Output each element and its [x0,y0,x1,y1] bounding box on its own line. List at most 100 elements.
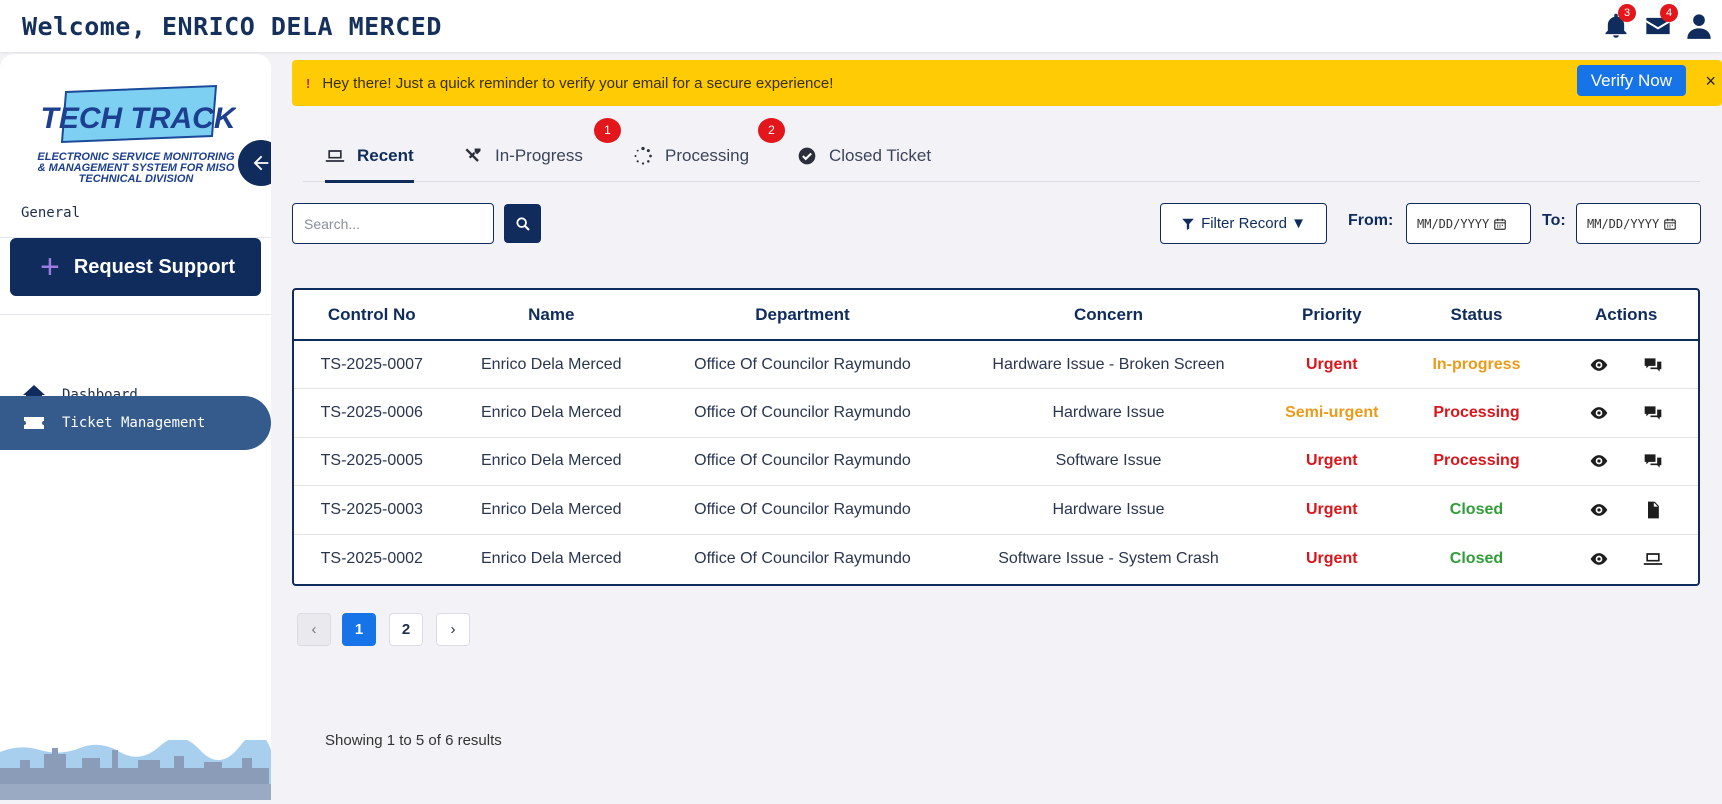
filter-record-button[interactable]: Filter Record ▼ [1160,203,1327,244]
search-button[interactable] [504,204,541,243]
pagination-prev-button[interactable]: ‹ [297,613,331,646]
request-support-label: Request Support [73,255,235,278]
column-header-actions: Actions [1554,290,1698,341]
actions-cell [1554,340,1698,389]
concern-cell: Hardware Issue [952,388,1265,438]
priority-cell: Semi-urgent [1264,388,1399,438]
tools-icon [465,148,481,162]
department-cell: Office Of Councilor Raymundo [652,340,953,389]
bell-icon[interactable]: 3 [1602,4,1636,40]
status-cell: Closed [1449,549,1504,567]
to-label: To: [1542,212,1566,229]
department-cell: Office Of Councilor Raymundo [694,549,911,567]
sidebar: TECH TRACK ELECTRONIC SERVICE MONITORING… [0,54,271,800]
name-cell: Enrico Dela Merced [481,549,622,567]
svg-text:TECH TRACK: TECH TRACK [41,102,237,135]
priority-cell: Urgent [1264,437,1399,486]
eye-icon[interactable] [1589,549,1609,569]
table-row: TS-2025-0002 Enrico Dela Merced Office O… [294,534,1698,583]
actions-cell [1554,388,1698,438]
alert-icon: ! [306,75,311,91]
column-header-status: Status [1398,290,1555,341]
verify-email-alert: ! Hey there! Just a quick reminder to ve… [292,60,1722,106]
tab-label: In-Progress [495,146,583,165]
column-header-priority: Priority [1264,290,1399,341]
calendar-icon[interactable] [1493,217,1507,231]
check-circle-icon [798,147,816,165]
table-row: TS-2025-0005 Enrico Dela Merced Office O… [294,437,1698,486]
department-cell: Office Of Councilor Raymundo [652,437,953,486]
actions-cell [1554,485,1698,535]
ticket-icon [24,417,44,429]
city-skyline-image [0,740,271,800]
control-no-cell: TS-2025-0007 [294,340,450,389]
tab-closed-ticket[interactable]: Closed Ticket [797,138,931,174]
department-cell: Office Of Councilor Raymundo [652,388,953,438]
to-date-input[interactable]: MM/DD/YYYY [1576,203,1701,244]
plus-icon: + [40,248,60,286]
pagination-page-2[interactable]: 2 [389,613,423,646]
control-no-cell: TS-2025-0005 [294,437,450,486]
control-no-cell: TS-2025-0006 [294,388,450,438]
from-label: From: [1348,212,1394,229]
concern-cell: Software Issue - System Crash [998,549,1219,567]
control-no-cell: TS-2025-0003 [294,485,450,535]
control-no-cell: TS-2025-0002 [320,549,423,567]
table-row: TS-2025-0006 Enrico Dela Merced Office O… [294,388,1698,438]
status-cell: Processing [1398,437,1555,486]
date-placeholder: MM/DD/YYYY [1417,216,1490,231]
tab-in-progress[interactable]: In-Progress [463,138,583,174]
search-input[interactable] [292,203,494,244]
name-cell: Enrico Dela Merced [449,388,653,438]
verify-now-button[interactable]: Verify Now [1576,65,1686,96]
laptop-icon[interactable] [1643,549,1663,569]
comments-icon[interactable] [1643,355,1663,375]
comments-icon[interactable] [1643,403,1663,423]
laptop-icon [325,150,345,162]
sidebar-item-ticket-management[interactable]: Ticket Management [0,396,271,450]
tickets-table: Control No Name Department Concern Prior… [292,288,1700,586]
top-bar: Welcome, ENRICO DELA MERCED 3 4 [0,0,1722,52]
comments-icon[interactable] [1643,451,1663,471]
collapse-sidebar-button[interactable] [238,140,271,186]
date-placeholder: MM/DD/YYYY [1587,216,1660,231]
filter-record-label: Filter Record ▼ [1201,215,1306,232]
concern-cell: Hardware Issue [952,485,1265,535]
eye-icon[interactable] [1589,355,1609,375]
table-header-row: Control No Name Department Concern Prior… [294,290,1698,341]
request-support-button[interactable]: + Request Support [10,238,261,296]
from-date-input[interactable]: MM/DD/YYYY [1406,203,1531,244]
name-cell: Enrico Dela Merced [449,485,653,535]
status-cell: Closed [1398,485,1555,535]
actions-cell [1554,534,1698,583]
name-cell: Enrico Dela Merced [449,437,653,486]
table-row: TS-2025-0003 Enrico Dela Merced Office O… [294,485,1698,535]
name-cell: Enrico Dela Merced [449,340,653,389]
section-label-general: General [21,205,81,221]
processing-count-badge: 2 [758,118,785,143]
alert-message: Hey there! Just a quick reminder to veri… [322,74,834,92]
calendar-icon[interactable] [1663,217,1677,231]
envelope-icon[interactable]: 4 [1644,4,1678,40]
spinner-icon [634,146,652,165]
status-cell: In-progress [1398,340,1555,389]
user-icon[interactable] [1685,12,1713,40]
column-header-concern: Concern [952,290,1265,341]
file-icon[interactable] [1643,500,1663,520]
eye-icon[interactable] [1589,500,1609,520]
concern-cell: Software Issue [952,437,1265,486]
tab-recent[interactable]: Recent [325,138,414,183]
actions-cell [1554,437,1698,486]
eye-icon[interactable] [1589,451,1609,471]
pagination-page-1[interactable]: 1 [342,613,376,646]
divider [0,314,271,315]
pagination-next-button[interactable]: › [436,613,470,646]
ticket-tabs: Recent In-Progress 1 Processing 2 Closed… [303,118,1700,183]
eye-icon[interactable] [1589,403,1609,423]
concern-cell: Hardware Issue - Broken Screen [952,340,1265,389]
priority-cell: Urgent [1264,340,1399,389]
results-summary: Showing 1 to 5 of 6 results [325,732,502,749]
tab-processing[interactable]: Processing [633,138,749,174]
close-icon[interactable]: × [1705,71,1716,92]
tab-label: Recent [357,146,414,165]
